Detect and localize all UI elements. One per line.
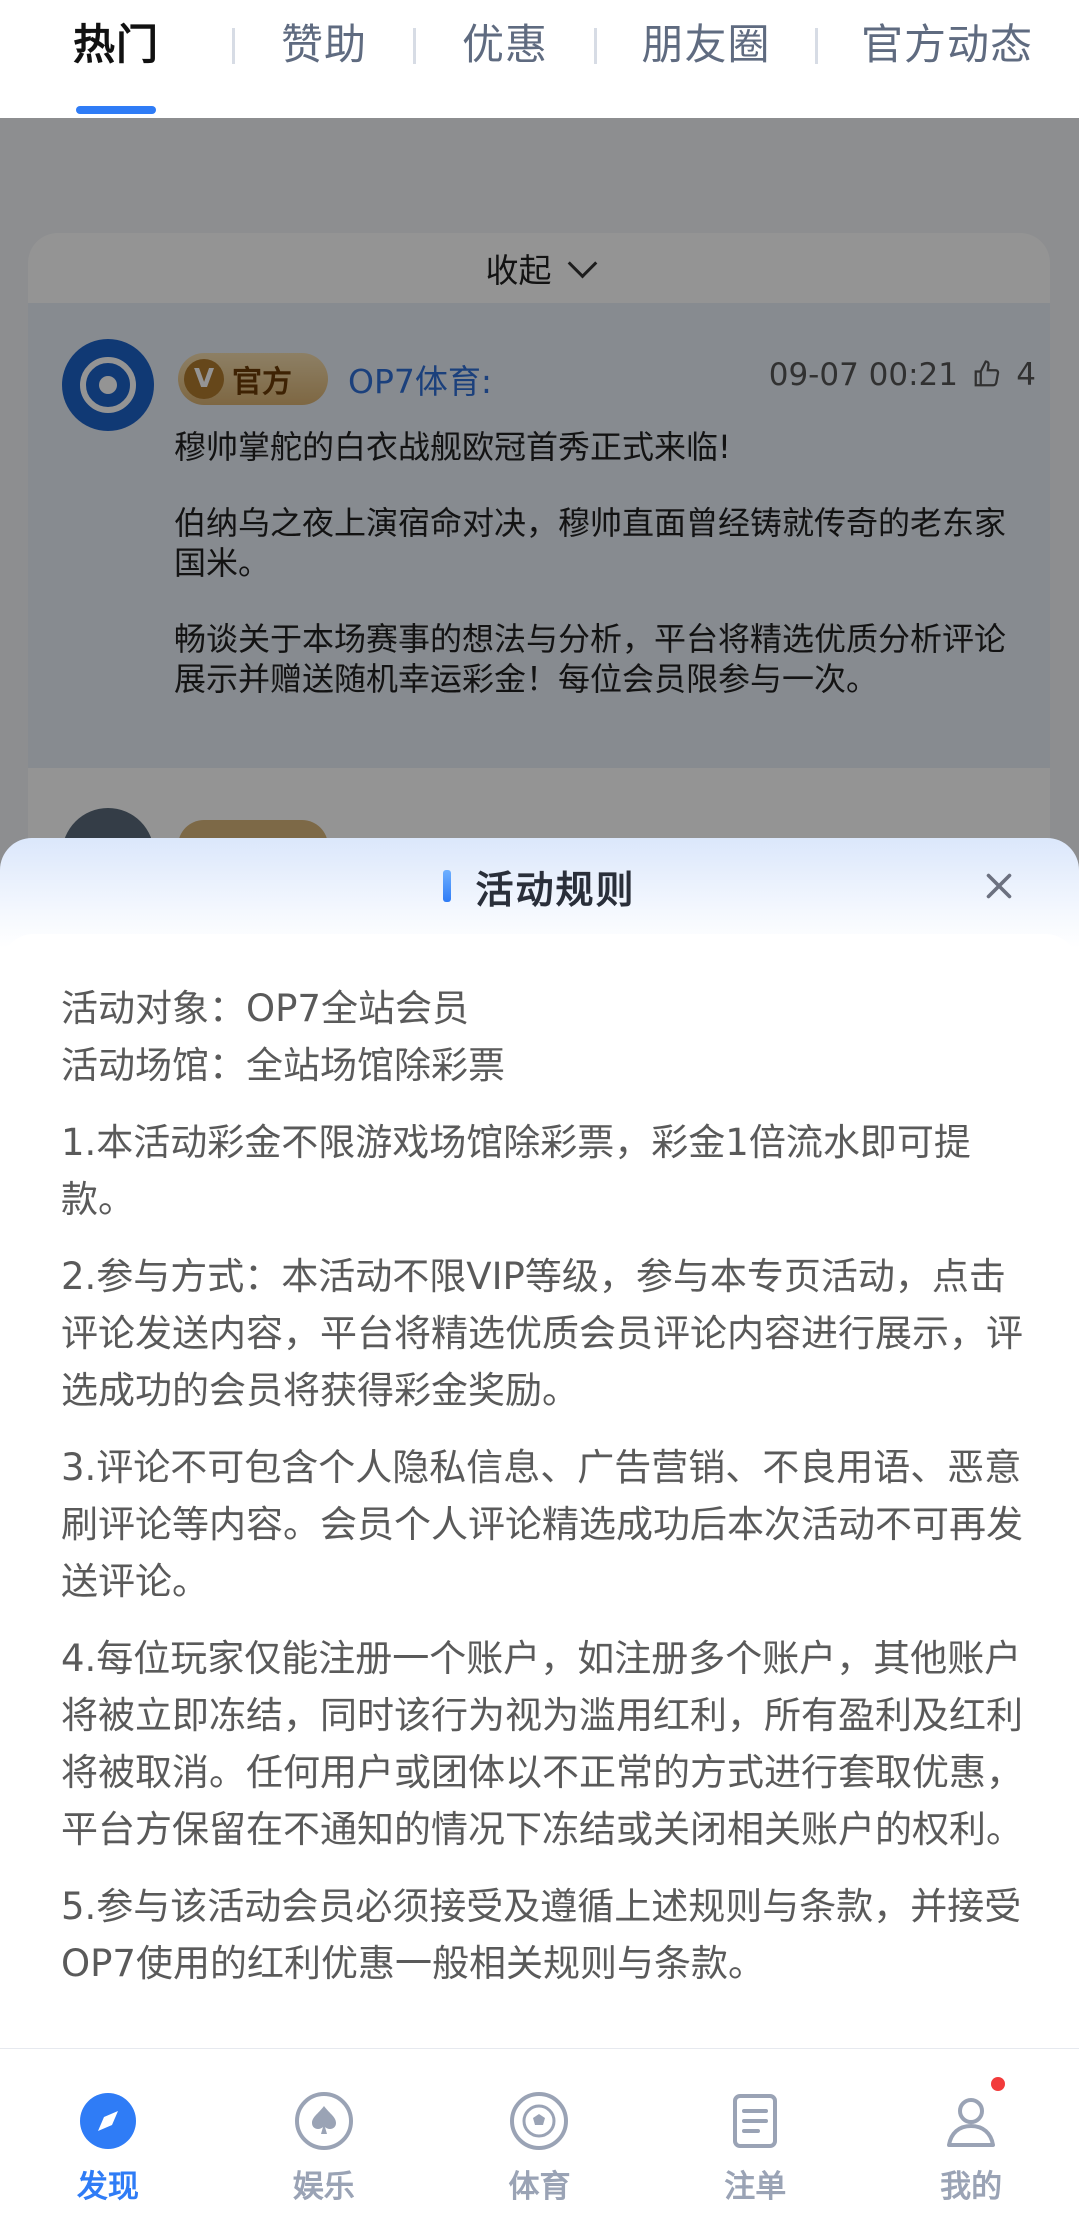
sheet-header: 活动规则 bbox=[0, 838, 1079, 934]
nav-label: 娱乐 bbox=[292, 2169, 355, 2205]
nav-entertainment[interactable]: 娱乐 bbox=[216, 2049, 432, 2240]
nav-label: 我的 bbox=[940, 2169, 1003, 2205]
rule-item: 4.每位玩家仅能注册一个账户，如注册多个账户，其他账户将被立即冻结，同时该行为视… bbox=[61, 1637, 1023, 1851]
tab-label: 优惠 bbox=[461, 20, 548, 69]
nav-discover[interactable]: 发现 bbox=[0, 2049, 216, 2240]
rules-sheet: 活动规则 活动对象：OP7全站会员 活动场馆：全站场馆除彩票 1.本活动彩金不限… bbox=[0, 838, 1079, 2048]
tab-official-news[interactable]: 官方动态 bbox=[818, 0, 1076, 118]
nav-profile[interactable]: 我的 bbox=[863, 2049, 1079, 2240]
top-tab-bar: 热门 赞助 优惠 朋友圈 官方动态 bbox=[0, 0, 1079, 118]
title-accent-bar bbox=[443, 870, 452, 902]
nav-bets[interactable]: 注单 bbox=[647, 2049, 863, 2240]
nav-label: 体育 bbox=[508, 2169, 571, 2205]
notification-dot bbox=[991, 2077, 1006, 2091]
document-icon bbox=[733, 2094, 778, 2148]
close-icon[interactable] bbox=[981, 868, 1017, 904]
bottom-nav: 发现 娱乐 体育 注单 我的 bbox=[0, 2048, 1079, 2240]
tab-label: 官方动态 bbox=[860, 20, 1033, 69]
tab-promotions[interactable]: 优惠 bbox=[416, 0, 594, 118]
rule-item: 1.本活动彩金不限游戏场馆除彩票，彩金1倍流水即可提款。 bbox=[61, 1121, 971, 1221]
rules-content[interactable]: 活动对象：OP7全站会员 活动场馆：全站场馆除彩票 1.本活动彩金不限游戏场馆除… bbox=[0, 934, 1079, 2048]
compass-icon bbox=[79, 2093, 136, 2149]
tab-hot[interactable]: 热门 bbox=[0, 0, 232, 118]
tab-label: 朋友圈 bbox=[641, 20, 771, 69]
nav-label: 注单 bbox=[724, 2169, 787, 2205]
user-icon bbox=[947, 2098, 996, 2147]
rule-item: 5.参与该活动会员必须接受及遵循上述规则与条款，并接受OP7使用的红利优惠一般相… bbox=[61, 1885, 1022, 1985]
tab-sponsor[interactable]: 赞助 bbox=[235, 0, 413, 118]
tab-label: 赞助 bbox=[280, 20, 367, 69]
rule-venue: 活动场馆：全站场馆除彩票 bbox=[61, 1044, 505, 1087]
soccer-ball-icon bbox=[510, 2092, 569, 2150]
tab-moments[interactable]: 朋友圈 bbox=[597, 0, 815, 118]
nav-sports[interactable]: 体育 bbox=[432, 2049, 648, 2240]
tab-label: 热门 bbox=[72, 20, 159, 69]
nav-label: 发现 bbox=[76, 2169, 139, 2205]
spade-icon bbox=[294, 2092, 353, 2150]
rule-target: 活动对象：OP7全站会员 bbox=[61, 987, 469, 1030]
sheet-title: 活动规则 bbox=[475, 867, 636, 912]
rule-item: 2.参与方式：本活动不限VIP等级，参与本专页活动，点击评论发送内容，平台将精选… bbox=[61, 1255, 1023, 1412]
rule-item: 3.评论不可包含个人隐私信息、广告营销、不良用语、恶意刷评论等内容。会员个人评论… bbox=[61, 1446, 1023, 1603]
